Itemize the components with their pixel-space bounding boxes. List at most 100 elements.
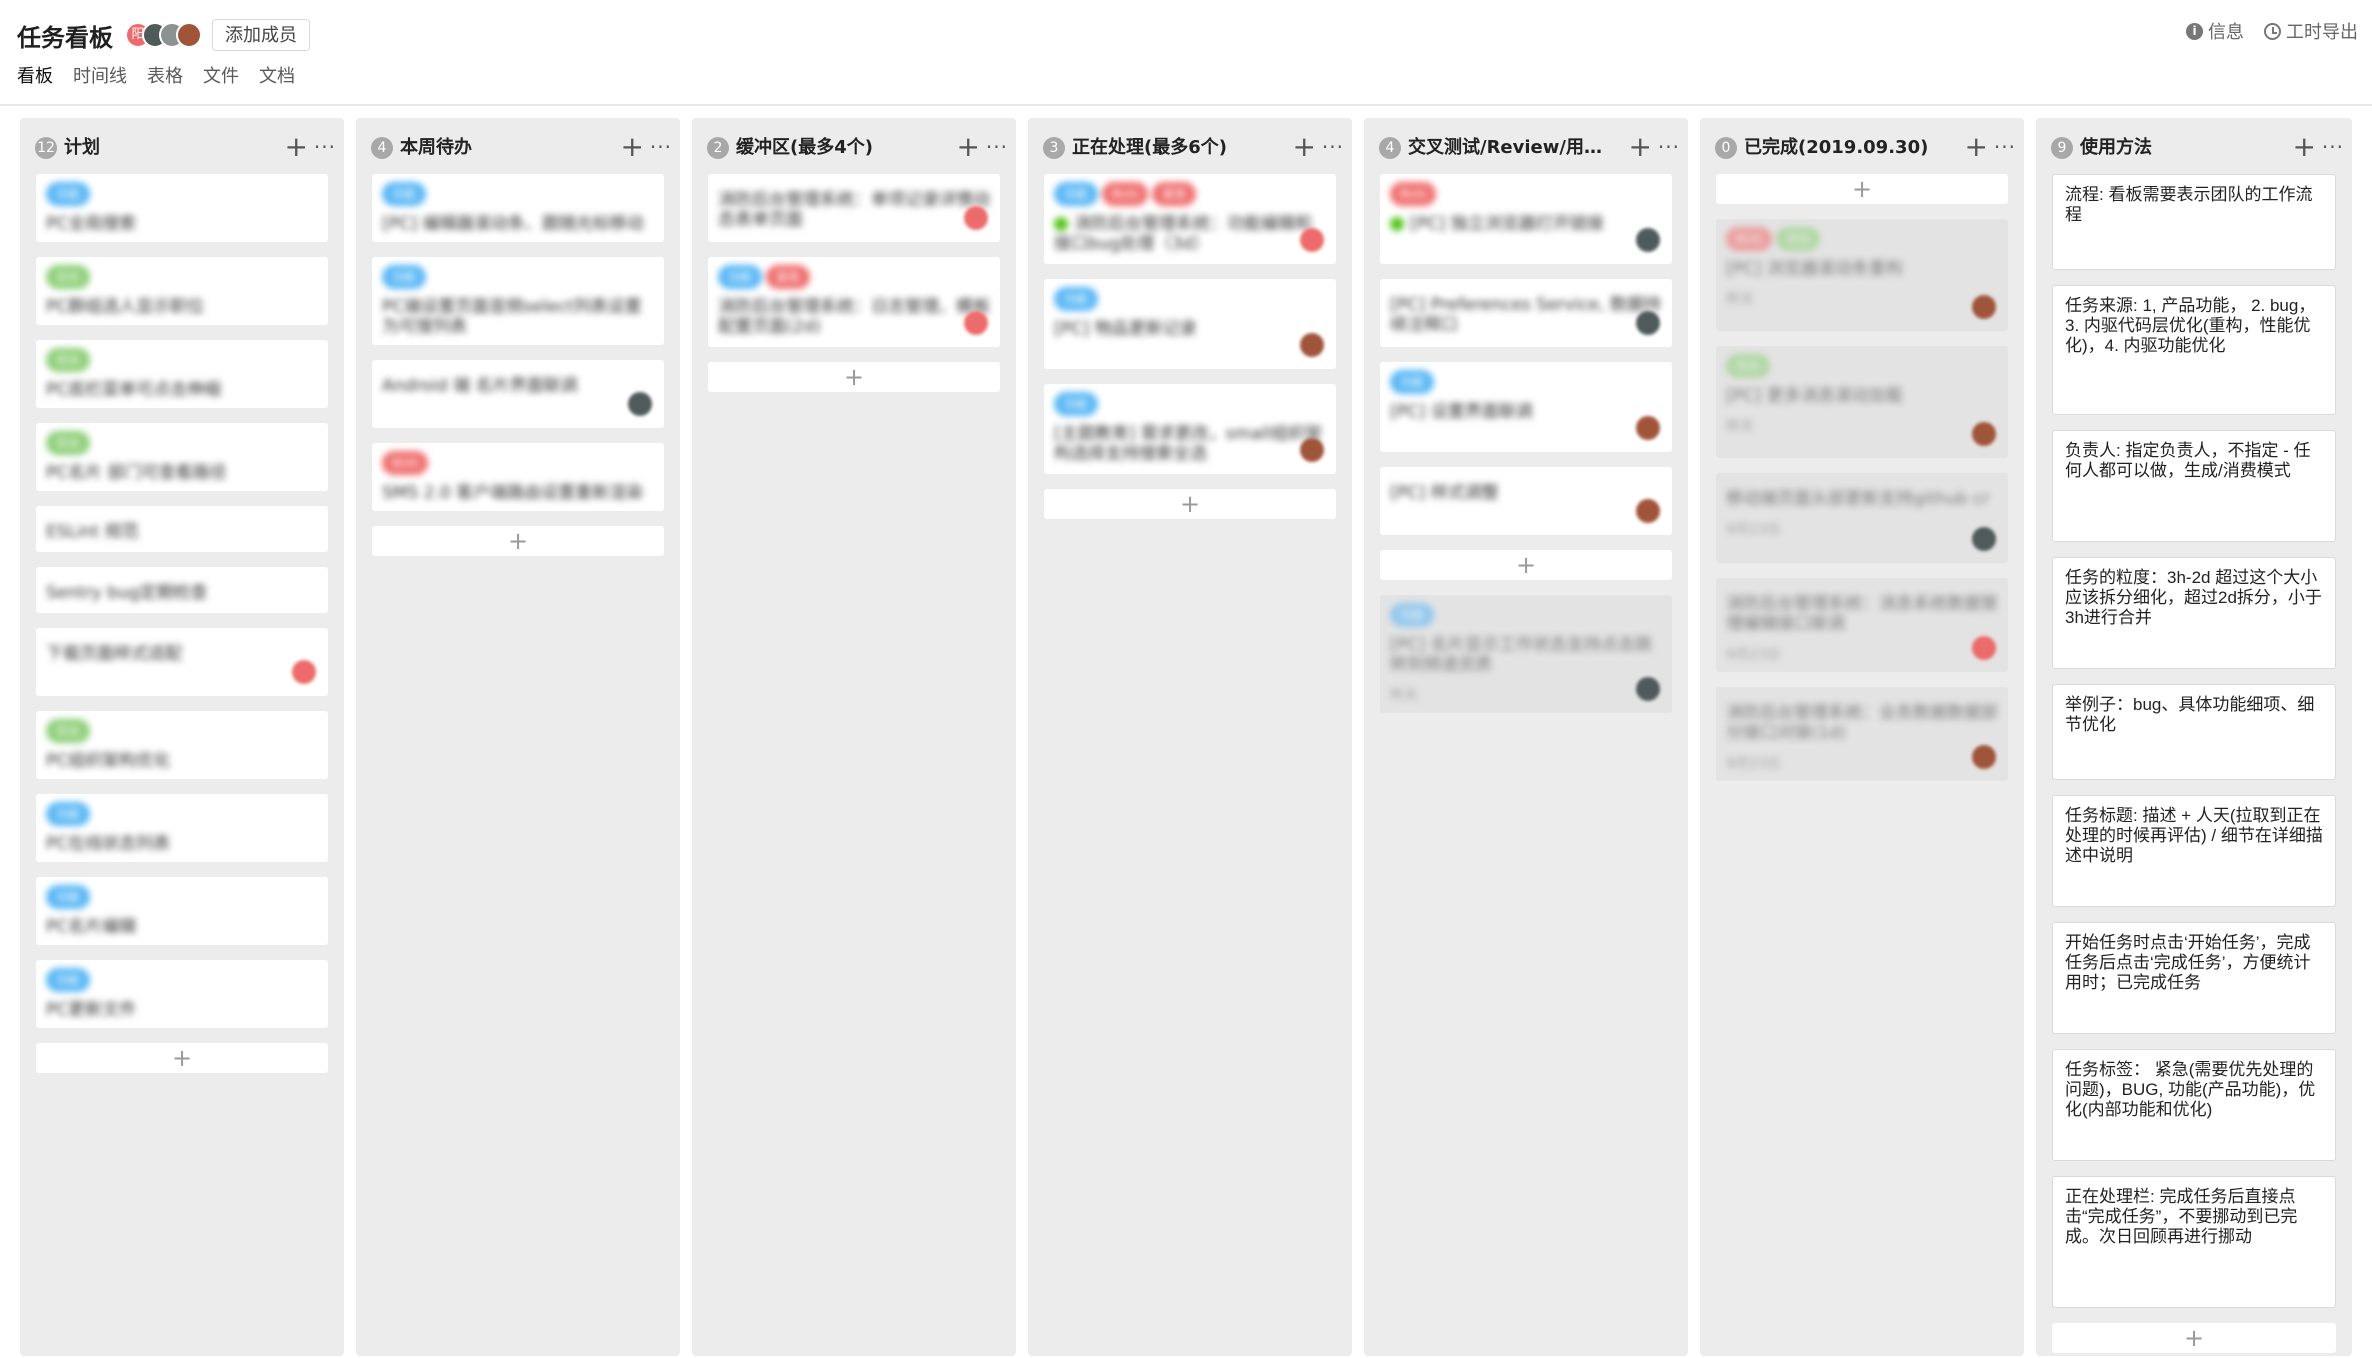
task-card[interactable]: 消防后台管理系统：单项记录详情动态表单页面 [708, 174, 1000, 242]
add-card-button[interactable]: + [2052, 1323, 2336, 1353]
task-title-text: 移动端页面头部更新支持github cr [1726, 489, 1990, 509]
task-tag: 功能 [46, 968, 91, 992]
task-card[interactable]: 优化 PC名片 部门可查看路径 [36, 423, 328, 491]
task-card[interactable]: 消防后台管理系统：业务数据数据部分接口对接(1d) 9月23日 [1716, 687, 2008, 781]
usage-note-card[interactable]: 任务标题: 描述 + 人天(拉取到正在处理的时候再评估) / 细节在详细描述中说… [2052, 795, 2336, 907]
add-task-icon[interactable]: + [1965, 130, 1988, 164]
add-card-button[interactable]: + [372, 526, 664, 556]
more-options-icon[interactable]: ··· [986, 130, 1008, 164]
assignee-avatar[interactable] [1972, 745, 1996, 769]
task-title: PC底栏菜单可点击伸缩 [46, 380, 318, 400]
assignee-avatar[interactable] [1972, 527, 1996, 551]
task-card[interactable]: 功能 [PC] 设置界面联调 [1380, 362, 1672, 452]
tab-docs[interactable]: 文档 [259, 62, 295, 88]
assignee-avatar[interactable] [1636, 499, 1660, 523]
task-card[interactable]: 功能 [PC] 编辑器滚动条、跟随光标移动 [372, 174, 664, 242]
tab-table[interactable]: 表格 [147, 62, 183, 88]
add-task-icon[interactable]: + [1629, 130, 1652, 164]
member-avatars[interactable]: 阳 [125, 22, 202, 48]
more-options-icon[interactable]: ··· [314, 130, 336, 164]
assignee-avatar[interactable] [964, 206, 988, 230]
column-title: 正在处理(最多6个) [1072, 137, 1227, 158]
add-task-icon[interactable]: + [285, 130, 308, 164]
task-card[interactable]: 优化 PC组织架构优化 [36, 711, 328, 779]
usage-note-card[interactable]: 正在处理栏: 完成任务后直接点击“完成任务”，不要挪动到已完成。次日回顾再进行挪… [2052, 1176, 2336, 1308]
add-task-icon[interactable]: + [957, 130, 980, 164]
task-title: SMS 2.0 客户端路由设置重新渲染 [382, 483, 654, 503]
task-tag: 功能 [382, 265, 427, 289]
task-card[interactable]: 功能 PC全局搜索 [36, 174, 328, 242]
task-card[interactable]: 优化 [PC] 更多消息滚动加载 昨天 [1716, 346, 2008, 458]
add-card-button[interactable]: + [1044, 489, 1336, 519]
usage-note-card[interactable]: 负责人: 指定负责人，不指定 - 任何人都可以做，生成/消费模式 [2052, 430, 2336, 542]
assignee-avatar[interactable] [292, 660, 316, 684]
task-card[interactable]: 功能 [PC] 名片显示工作状态支持点击跳转到频道资质 昨天 [1380, 595, 1672, 713]
assignee-avatar[interactable] [628, 392, 652, 416]
task-card[interactable]: 功能 [PC] 物品更新记录 [1044, 279, 1336, 369]
assignee-avatar[interactable] [1636, 416, 1660, 440]
assignee-avatar[interactable] [1636, 311, 1660, 335]
task-card[interactable]: 功能 PC端设置页面音频select列表设置为可搜列表 [372, 257, 664, 345]
assignee-avatar[interactable] [1972, 295, 1996, 319]
tab-board[interactable]: 看板 [17, 62, 53, 88]
task-card[interactable]: 下载页面样式适配 [36, 628, 328, 696]
task-card[interactable]: [PC] Preferences Service, 数据持续注释口 [1380, 279, 1672, 347]
assignee-avatar[interactable] [1300, 228, 1324, 252]
task-card[interactable]: 功能 PC更新文件 [36, 960, 328, 1028]
task-card[interactable]: [PC] 样式调整 [1380, 467, 1672, 535]
task-card[interactable]: BUG SMS 2.0 客户端路由设置重新渲染 [372, 443, 664, 511]
tab-files[interactable]: 文件 [203, 62, 239, 88]
task-card[interactable]: 消防后台管理系统：消息系统数据管理编辑接口联调 9月23日 [1716, 578, 2008, 672]
task-card[interactable]: 功能 [主题教育] 需求更改，small组织架构选择支持搜索全选 [1044, 384, 1336, 474]
task-title: 消防后台管理系统：日志管理、模板配置页面(2d) [718, 297, 990, 337]
task-card[interactable]: 功能 BUG 紧急 消防后台管理系统：功能编辑和接口bug处理（3d） [1044, 174, 1336, 264]
add-card-button[interactable]: + [1716, 174, 2008, 204]
add-card-button[interactable]: + [1380, 550, 1672, 580]
add-member-button[interactable]: 添加成员 [212, 19, 310, 51]
add-card-button[interactable]: + [708, 362, 1000, 392]
task-card[interactable]: Sentry bug定期检查 [36, 567, 328, 613]
task-card[interactable]: 功能 PC名片编辑 [36, 877, 328, 945]
add-task-icon[interactable]: + [1293, 130, 1316, 164]
usage-note-card[interactable]: 开始任务时点击‘开始任务’，完成任务后点击‘完成任务’，方便统计用时；已完成任务 [2052, 922, 2336, 1034]
assignee-avatar[interactable] [1636, 228, 1660, 252]
usage-note-card[interactable]: 任务标签： 紧急(需要优先处理的问题)，BUG, 功能(产品功能)，优化(内部功… [2052, 1049, 2336, 1161]
more-options-icon[interactable]: ··· [2322, 130, 2344, 164]
usage-note-card[interactable]: 流程: 看板需要表示团队的工作流程 [2052, 174, 2336, 270]
add-task-icon[interactable]: + [621, 130, 644, 164]
usage-note-card[interactable]: 举例子：bug、具体功能细项、细节优化 [2052, 684, 2336, 780]
task-title: [PC] 样式调整 [1390, 483, 1662, 503]
task-card[interactable]: 优化 PC底栏菜单可点击伸缩 [36, 340, 328, 408]
assignee-avatar[interactable] [1300, 333, 1324, 357]
more-options-icon[interactable]: ··· [650, 130, 672, 164]
tab-timeline[interactable]: 时间线 [73, 62, 127, 88]
assignee-avatar[interactable] [1972, 636, 1996, 660]
task-tag: 优化 [46, 265, 91, 289]
tag-row: 功能 BUG 紧急 [1054, 182, 1326, 206]
usage-note-card[interactable]: 任务的粒度：3h-2d 超过这个大小应该拆分细化，超过2d拆分，小于3h进行合并 [2052, 557, 2336, 669]
task-title: Android 端 名片界面联调 [382, 376, 654, 396]
task-card[interactable]: 功能 PC在线状态列表 [36, 794, 328, 862]
assignee-avatar[interactable] [1972, 422, 1996, 446]
task-card-content: [PC] Preferences Service, 数据持续注释口 [1390, 295, 1662, 335]
task-card[interactable]: ESLint 规范 [36, 506, 328, 552]
task-card[interactable]: BUG [PC] 独立浏览器打开链接 [1380, 174, 1672, 264]
task-card[interactable]: 优化 PC群组选人显示职位 [36, 257, 328, 325]
task-card[interactable]: 移动端页面头部更新支持github cr 9月23日 [1716, 473, 2008, 563]
more-options-icon[interactable]: ··· [1322, 130, 1344, 164]
more-options-icon[interactable]: ··· [1658, 130, 1680, 164]
add-card-button[interactable]: + [36, 1043, 328, 1073]
task-card[interactable]: 功能 紧急 消防后台管理系统：日志管理、模板配置页面(2d) [708, 257, 1000, 347]
assignee-avatar[interactable] [1300, 438, 1324, 462]
assignee-avatar[interactable] [964, 311, 988, 335]
avatar[interactable] [176, 22, 202, 48]
usage-note-card[interactable]: 任务来源: 1, 产品功能， 2. bug， 3. 内驱代码层优化(重构，性能优… [2052, 285, 2336, 415]
info-link[interactable]: i 信息 [2186, 18, 2244, 44]
task-card[interactable]: BUG 优化 [PC] 浏览器滚动条重构 昨天 [1716, 219, 2008, 331]
add-task-icon[interactable]: + [2293, 130, 2316, 164]
more-options-icon[interactable]: ··· [1994, 130, 2016, 164]
header-actions: i 信息 工时导出 [2166, 18, 2358, 44]
assignee-avatar[interactable] [1636, 677, 1660, 701]
export-hours-link[interactable]: 工时导出 [2264, 18, 2358, 44]
task-card[interactable]: Android 端 名片界面联调 [372, 360, 664, 428]
